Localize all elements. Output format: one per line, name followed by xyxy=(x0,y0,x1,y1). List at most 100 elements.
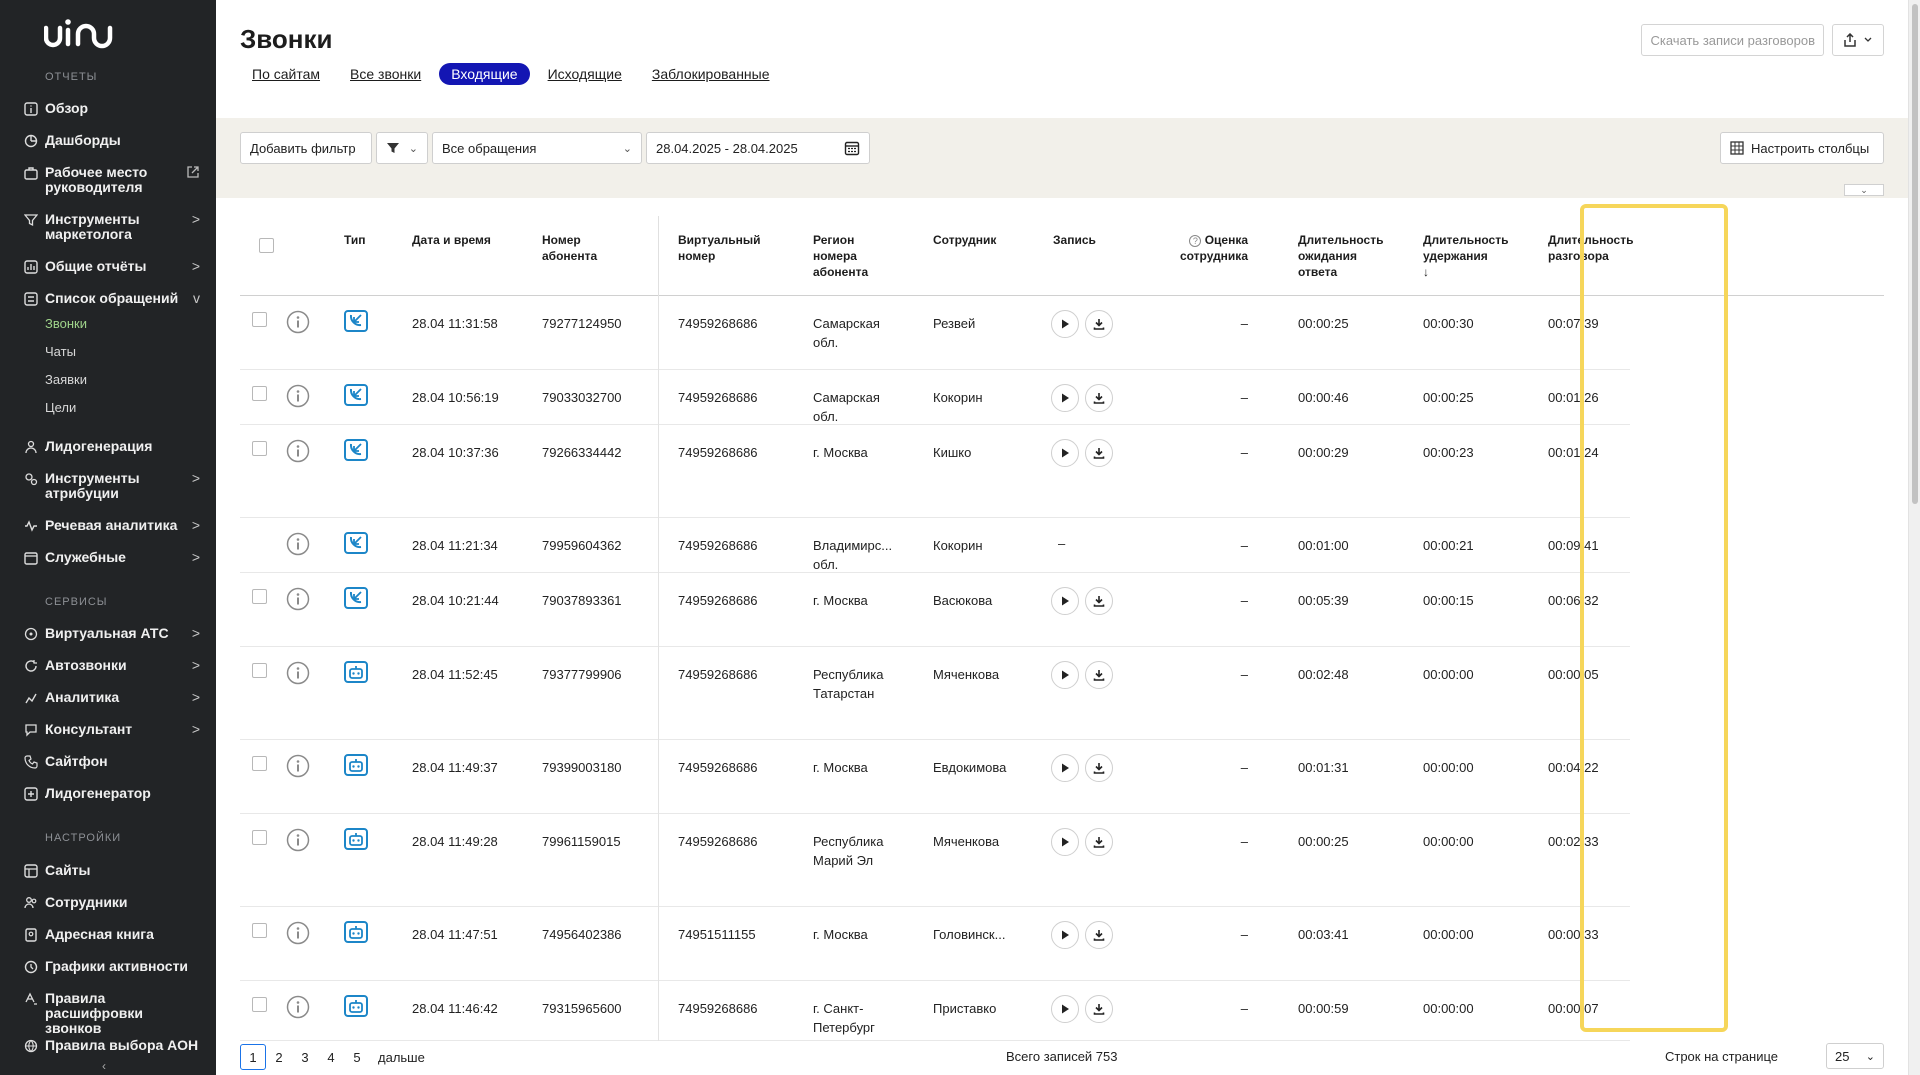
page-3-button[interactable]: 3 xyxy=(292,1044,318,1070)
sidebar-item-activity-schedules[interactable]: Графики активности xyxy=(24,959,200,974)
add-filter-button[interactable]: Добавить фильтр xyxy=(240,132,372,164)
play-button[interactable] xyxy=(1051,439,1079,467)
header-datetime[interactable]: Дата и время xyxy=(412,232,491,248)
sidebar-item-autocalls[interactable]: Автозвонки > xyxy=(24,658,200,673)
page-4-button[interactable]: 4 xyxy=(318,1044,344,1070)
row-checkbox[interactable] xyxy=(252,830,267,845)
download-record-button[interactable] xyxy=(1085,661,1113,689)
cell-subscriber[interactable]: 79266334442 xyxy=(542,443,622,462)
sidebar-item-employees[interactable]: Сотрудники xyxy=(24,895,200,910)
sidebar-item-virtual-pbx[interactable]: Виртуальная АТС > xyxy=(24,626,200,641)
download-record-button[interactable] xyxy=(1085,828,1113,856)
sidebar-subitem-requests[interactable]: Заявки xyxy=(45,372,87,387)
header-hold[interactable]: Длительность удержания ↓ xyxy=(1423,232,1518,280)
filter-presets-button[interactable]: ⌄ xyxy=(376,132,428,164)
download-record-button[interactable] xyxy=(1085,921,1113,949)
header-virtual[interactable]: Виртуальный номер xyxy=(678,232,768,264)
table-row[interactable]: 28.04 11:46:42 79315965600 74959268686 г. С… xyxy=(240,981,1630,1041)
sidebar-item-speech-analytics[interactable]: Речевая аналитика > xyxy=(24,518,200,533)
row-checkbox[interactable] xyxy=(252,663,267,678)
table-row[interactable]: 28.04 11:31:58 79277124950 74959268686 Сама… xyxy=(240,296,1630,370)
page-2-button[interactable]: 2 xyxy=(266,1044,292,1070)
info-circle-icon[interactable] xyxy=(286,661,310,685)
play-button[interactable] xyxy=(1051,921,1079,949)
tab-all-calls[interactable]: Все звонки xyxy=(338,63,433,85)
table-row[interactable]: 28.04 11:47:51 74956402386 74951511155 г. М… xyxy=(240,907,1630,981)
sidebar-item-sites[interactable]: Сайты xyxy=(24,863,200,878)
page-5-button[interactable]: 5 xyxy=(344,1044,370,1070)
configure-columns-button[interactable]: Настроить столбцы xyxy=(1720,132,1884,164)
cell-subscriber[interactable]: 79377799906 xyxy=(542,665,622,684)
info-circle-icon[interactable] xyxy=(286,754,310,778)
sidebar-item-manager-workplace[interactable]: Рабочее место руководителя xyxy=(24,165,200,195)
tab-outgoing[interactable]: Исходящие xyxy=(536,63,634,85)
cell-subscriber[interactable]: 79277124950 xyxy=(542,314,622,333)
cell-subscriber[interactable]: 79399003180 xyxy=(542,758,622,777)
help-circle-icon[interactable]: ? xyxy=(1189,235,1202,247)
sidebar-item-lead-generator[interactable]: Лидогенератор xyxy=(24,786,200,801)
info-circle-icon[interactable] xyxy=(286,439,310,463)
sidebar-item-transcription-rules[interactable]: Правила расшифровки звонков xyxy=(24,991,200,1036)
sidebar-item-general-reports[interactable]: Общие отчёты > xyxy=(24,259,200,274)
header-type[interactable]: Тип xyxy=(344,232,366,248)
table-row[interactable]: 28.04 10:21:44 79037893361 74959268686 г. М… xyxy=(240,573,1630,647)
sidebar-item-dashboards[interactable]: Дашборды xyxy=(24,133,200,148)
play-button[interactable] xyxy=(1051,310,1079,338)
info-circle-icon[interactable] xyxy=(286,384,310,408)
row-checkbox[interactable] xyxy=(252,312,267,327)
download-record-button[interactable] xyxy=(1085,439,1113,467)
table-row[interactable]: 28.04 11:21:34 79959604362 74959268686 Влад… xyxy=(240,518,1630,573)
requests-type-select[interactable]: Все обращения ⌄ xyxy=(432,132,642,164)
rows-per-page-select[interactable]: 25 ⌄ xyxy=(1826,1043,1884,1069)
sidebar-subitem-goals[interactable]: Цели xyxy=(45,400,76,415)
info-circle-icon[interactable] xyxy=(286,532,310,556)
header-record[interactable]: Запись xyxy=(1053,232,1096,248)
sidebar-item-overview[interactable]: Обзор xyxy=(24,101,200,116)
row-checkbox[interactable] xyxy=(252,756,267,771)
row-checkbox[interactable] xyxy=(252,441,267,456)
download-record-button[interactable] xyxy=(1085,384,1113,412)
sidebar-item-address-book[interactable]: Адресная книга xyxy=(24,927,200,942)
page-1-button[interactable]: 1 xyxy=(240,1044,266,1070)
calendar-icon[interactable] xyxy=(844,140,860,156)
sidebar-item-analytics[interactable]: Аналитика > xyxy=(24,690,200,705)
external-link-icon[interactable] xyxy=(186,165,200,179)
tab-blocked[interactable]: Заблокированные xyxy=(640,63,782,85)
sidebar-item-requests-list[interactable]: Список обращений v xyxy=(24,291,200,306)
cell-subscriber[interactable]: 79033032700 xyxy=(542,388,622,407)
cell-subscriber[interactable]: 79037893361 xyxy=(542,591,622,610)
header-employee[interactable]: Сотрудник xyxy=(933,232,996,248)
sidebar-item-marketing-tools[interactable]: Инструменты маркетолога > xyxy=(24,212,200,242)
table-row[interactable]: 28.04 11:52:45 79377799906 74959268686 Респ… xyxy=(240,647,1630,740)
sidebar-subitem-calls[interactable]: Звонки xyxy=(45,316,87,331)
page-scrollbar[interactable] xyxy=(1908,0,1920,1075)
select-all-checkbox[interactable] xyxy=(259,238,274,253)
table-row[interactable]: 28.04 11:49:37 79399003180 74959268686 г. М… xyxy=(240,740,1630,814)
sidebar-collapse-icon[interactable]: ‹ xyxy=(102,1059,106,1073)
sidebar-item-caller-id-rules[interactable]: Правила выбора АОН xyxy=(24,1038,200,1053)
table-row[interactable]: 28.04 10:37:36 79266334442 74959268686 г. М… xyxy=(240,425,1630,518)
sidebar-item-attribution-tools[interactable]: Инструменты атрибуции > xyxy=(24,471,200,501)
sidebar-item-lead-generation[interactable]: Лидогенерация xyxy=(24,439,200,454)
download-record-button[interactable] xyxy=(1085,587,1113,615)
play-button[interactable] xyxy=(1051,384,1079,412)
sidebar-subitem-chats[interactable]: Чаты xyxy=(45,344,76,359)
info-circle-icon[interactable] xyxy=(286,828,310,852)
sidebar-item-sitephone[interactable]: Сайтфон xyxy=(24,754,200,769)
download-record-button[interactable] xyxy=(1085,310,1113,338)
row-checkbox[interactable] xyxy=(252,386,267,401)
sidebar-item-service[interactable]: Служебные > xyxy=(24,550,200,565)
info-circle-icon[interactable] xyxy=(286,587,310,611)
row-checkbox[interactable] xyxy=(252,997,267,1012)
header-rating[interactable]: ? Оценка сотрудника xyxy=(1174,232,1248,264)
uiin-logo[interactable] xyxy=(44,18,124,50)
play-button[interactable] xyxy=(1051,661,1079,689)
cell-subscriber[interactable]: 79959604362 xyxy=(542,536,622,555)
play-button[interactable] xyxy=(1051,828,1079,856)
header-subscriber[interactable]: Номер абонента xyxy=(542,232,622,264)
info-circle-icon[interactable] xyxy=(286,995,310,1019)
row-checkbox[interactable] xyxy=(252,589,267,604)
play-button[interactable] xyxy=(1051,587,1079,615)
info-circle-icon[interactable] xyxy=(286,921,310,945)
header-wait[interactable]: Длительность ожидания ответа xyxy=(1298,232,1393,280)
